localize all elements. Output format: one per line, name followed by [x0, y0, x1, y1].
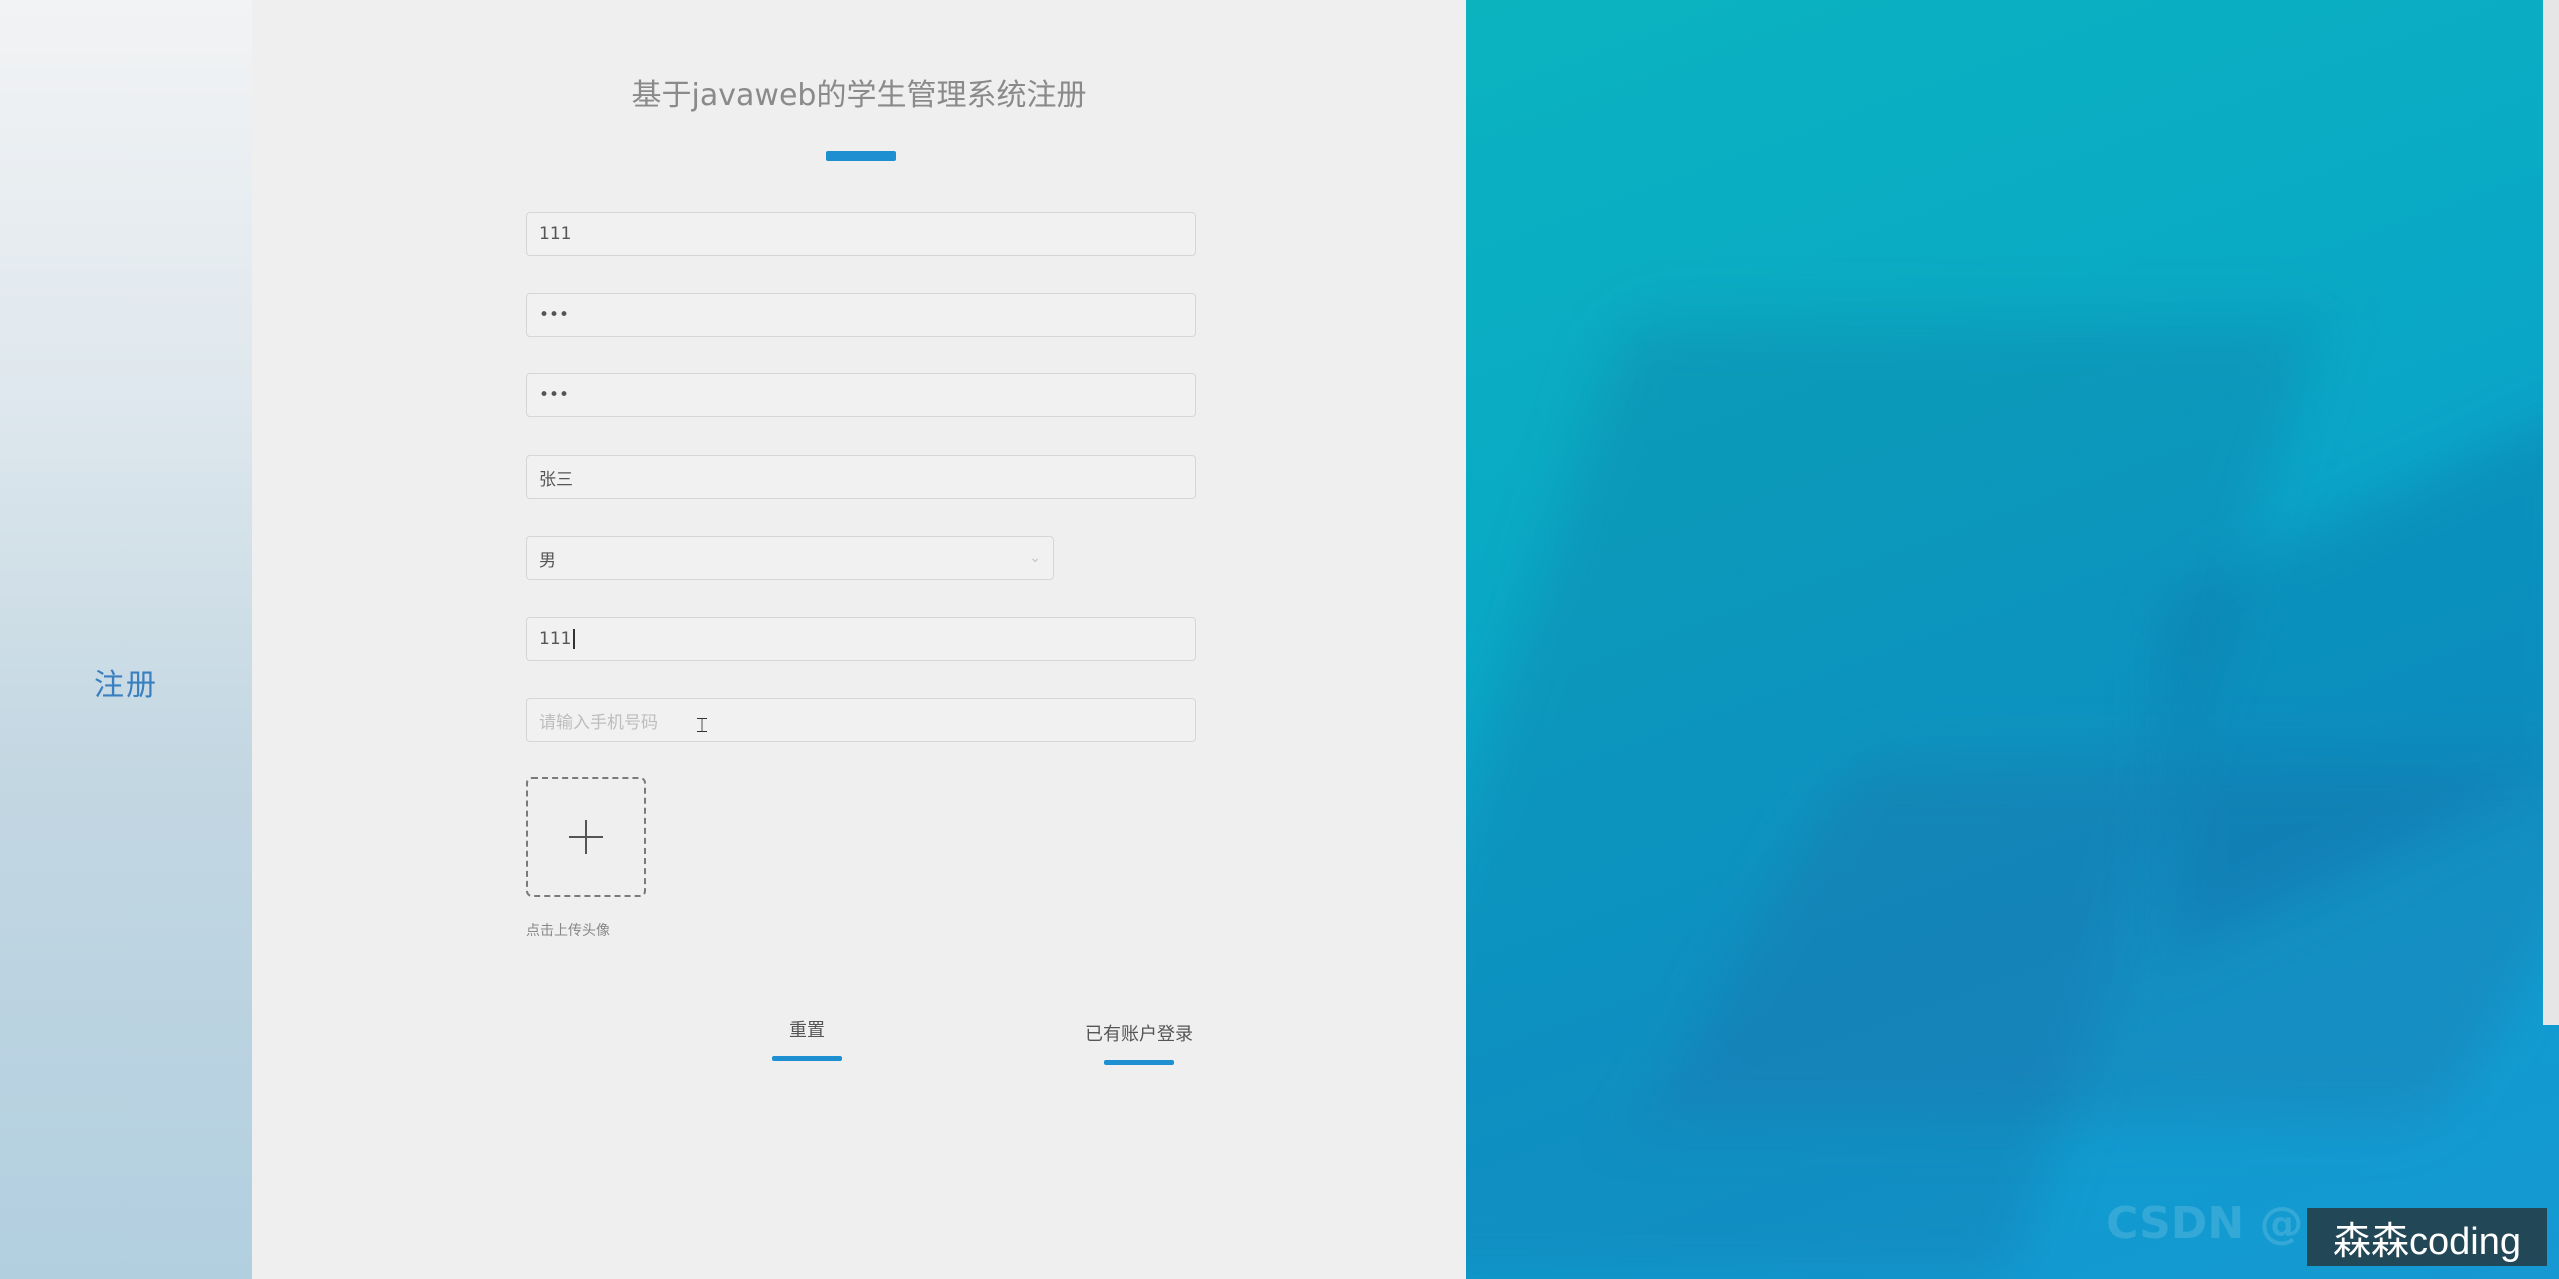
account-value: 111	[539, 224, 572, 244]
confirm-password-input[interactable]: •••	[526, 373, 1196, 417]
login-underline	[1104, 1060, 1174, 1065]
chevron-down-icon: ⌄	[1029, 550, 1041, 566]
password-value: •••	[539, 305, 570, 325]
account-input[interactable]: 111	[526, 212, 1196, 256]
ibeam-cursor-icon: ⌶	[696, 713, 708, 737]
registration-page: 注册 基于javaweb的学生管理系统注册 111 ••• ••• 张三 男 ⌄…	[0, 0, 2559, 1279]
background-image-panel: CSDN @	[1466, 0, 2559, 1279]
upload-hint: 点击上传头像	[526, 923, 610, 939]
login-link[interactable]: 已有账户登录	[1084, 1020, 1194, 1065]
title-accent-bar	[826, 151, 896, 161]
phone-input[interactable]: 请输入手机号码	[526, 698, 1196, 742]
login-link-label: 已有账户登录	[1085, 1024, 1193, 1045]
watermark-label: 森森coding	[2307, 1208, 2547, 1266]
avatar-upload-button[interactable]	[526, 777, 646, 897]
form-title: 基于javaweb的学生管理系统注册	[631, 78, 1087, 113]
gender-value: 男	[539, 550, 556, 571]
reset-underline	[772, 1056, 842, 1061]
plus-icon	[569, 820, 603, 854]
left-sidebar: 注册	[0, 0, 252, 1279]
scrollbar[interactable]	[2543, 0, 2559, 1025]
confirm-password-value: •••	[539, 385, 570, 405]
text-caret	[573, 629, 576, 649]
phone-placeholder: 请输入手机号码	[539, 712, 658, 733]
reset-label: 重置	[789, 1020, 825, 1041]
name-input[interactable]: 张三	[526, 455, 1196, 499]
password-input[interactable]: •••	[526, 293, 1196, 337]
reset-button[interactable]: 重置	[772, 1016, 842, 1061]
faint-watermark: CSDN @	[2106, 1198, 2304, 1249]
register-heading: 注册	[94, 668, 158, 703]
age-input[interactable]: 111	[526, 617, 1196, 661]
gender-select[interactable]: 男 ⌄	[526, 536, 1054, 580]
registration-form-panel: 基于javaweb的学生管理系统注册 111 ••• ••• 张三 男 ⌄ 11…	[252, 0, 1466, 1279]
name-value: 张三	[539, 469, 573, 490]
age-value: 111	[539, 629, 572, 649]
